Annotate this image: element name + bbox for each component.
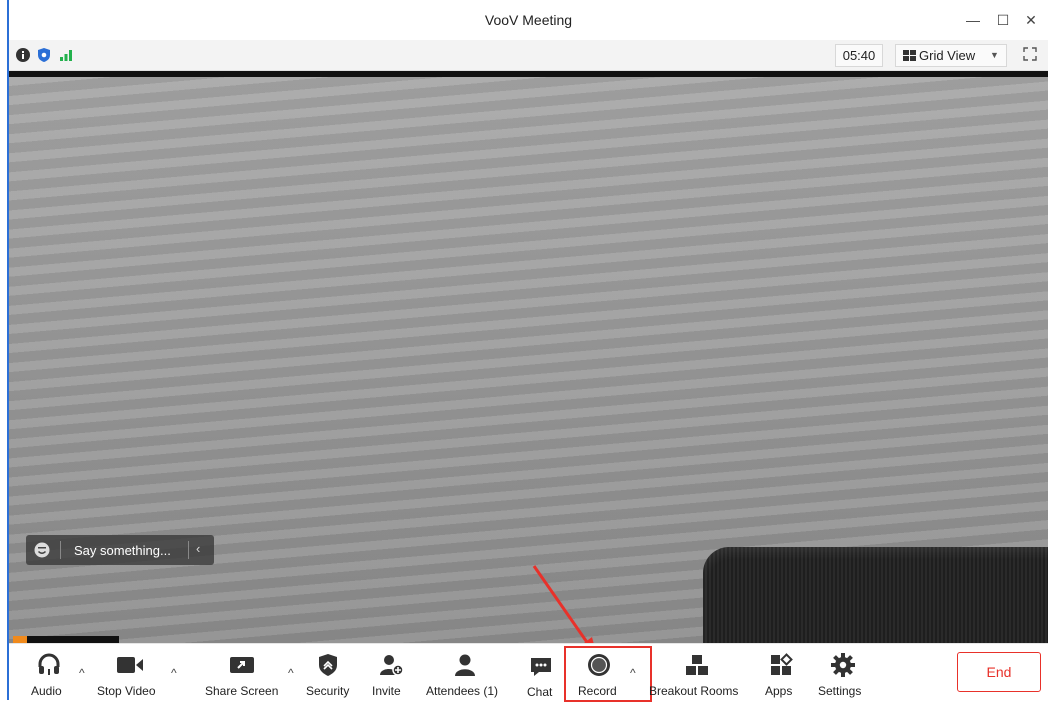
participant-name-tag <box>13 636 119 643</box>
fullscreen-icon[interactable] <box>1023 47 1037 61</box>
audio-label: Audio <box>31 684 62 698</box>
security-label: Security <box>306 684 350 698</box>
invite-user-icon <box>380 655 403 676</box>
share-screen-button[interactable]: Share Screen <box>203 644 283 701</box>
settings-button[interactable]: Settings <box>813 644 873 701</box>
window-title: VooV Meeting <box>484 12 573 28</box>
title-bar: VooV Meeting — ☐ ✕ <box>9 0 1048 40</box>
security-shield-icon <box>319 654 337 676</box>
chat-input[interactable]: Say something... <box>74 543 171 558</box>
stop-video-button[interactable]: Stop Video <box>97 644 167 701</box>
breakout-rooms-label: Breakout Rooms <box>649 684 739 698</box>
emoji-icon[interactable] <box>34 542 50 558</box>
attendees-icon <box>455 654 475 676</box>
avatar <box>13 636 27 643</box>
share-screen-icon <box>230 657 254 673</box>
signal-icon[interactable] <box>59 48 73 62</box>
attendees-label: Attendees (1) <box>426 684 499 698</box>
view-mode-label: Grid View <box>919 48 976 63</box>
audio-button[interactable]: Audio <box>29 644 69 701</box>
apps-icon <box>771 653 793 675</box>
invite-label: Invite <box>372 684 401 698</box>
video-camera-icon <box>117 657 143 673</box>
quick-chat-bar[interactable]: Say something... ‹ <box>26 535 214 565</box>
collapse-chat-icon[interactable]: ‹ <box>196 541 200 556</box>
minimize-button[interactable]: — <box>962 9 984 31</box>
chevron-down-icon: ▼ <box>990 50 999 60</box>
chat-button[interactable]: Chat <box>523 644 559 701</box>
maximize-button[interactable]: ☐ <box>992 9 1014 31</box>
record-label: Record <box>578 684 617 698</box>
view-mode-dropdown[interactable]: Grid View ▼ <box>895 44 1007 67</box>
chair-in-video <box>703 547 1048 643</box>
record-options-caret[interactable]: ^ <box>630 666 636 680</box>
video-feed: Say something... ‹ <box>9 77 1048 643</box>
chat-icon <box>531 658 551 676</box>
meeting-timer: 05:40 <box>835 44 883 67</box>
audio-options-caret[interactable]: ^ <box>79 666 85 680</box>
video-options-caret[interactable]: ^ <box>171 666 177 680</box>
headphones-icon <box>38 653 60 675</box>
meeting-toolbar: Audio ^ Stop Video ^ Share Screen ^ Secu… <box>9 643 1048 702</box>
invite-button[interactable]: Invite <box>369 644 413 701</box>
settings-label: Settings <box>818 684 862 698</box>
meeting-status-bar: 05:40 Grid View ▼ <box>9 40 1048 71</box>
breakout-rooms-icon <box>686 655 708 675</box>
gear-icon <box>831 653 855 677</box>
chat-divider <box>60 541 61 559</box>
grid-view-icon <box>903 50 916 61</box>
chat-divider <box>188 541 189 559</box>
end-meeting-button[interactable]: End <box>957 652 1041 692</box>
record-icon <box>588 654 610 676</box>
record-button[interactable]: Record <box>575 644 625 701</box>
info-icon[interactable] <box>16 48 30 62</box>
apps-button[interactable]: Apps <box>759 644 803 701</box>
breakout-rooms-button[interactable]: Breakout Rooms <box>649 644 749 701</box>
share-screen-label: Share Screen <box>205 684 279 698</box>
close-button[interactable]: ✕ <box>1020 9 1042 31</box>
attendees-button[interactable]: Attendees (1) <box>425 644 507 701</box>
chat-label: Chat <box>527 685 553 699</box>
shield-icon[interactable] <box>37 48 51 62</box>
apps-label: Apps <box>765 684 793 698</box>
security-button[interactable]: Security <box>303 644 359 701</box>
stop-video-label: Stop Video <box>97 684 156 698</box>
share-options-caret[interactable]: ^ <box>288 666 294 680</box>
